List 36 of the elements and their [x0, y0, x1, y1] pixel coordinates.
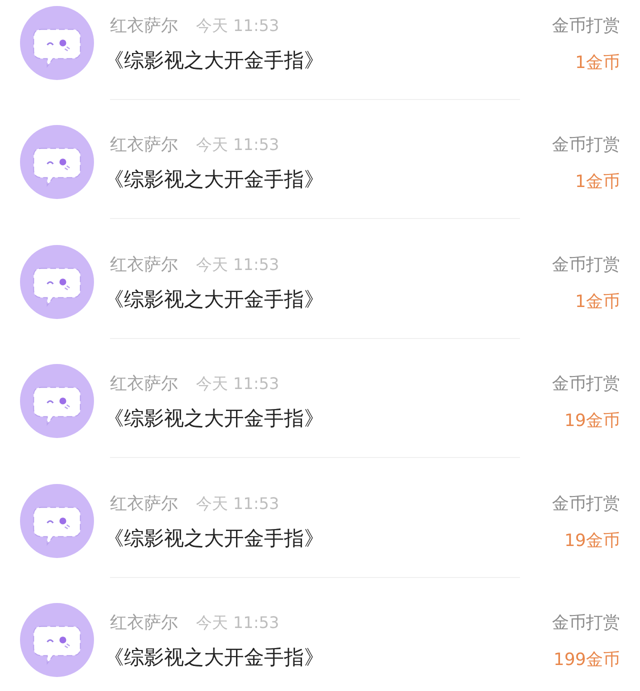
- user-name: 红衣萨尔: [110, 15, 178, 37]
- book-title: 《综影视之大开金手指》: [104, 405, 325, 432]
- timestamp: 今天 11:53: [196, 612, 280, 634]
- book-title: 《综影视之大开金手指》: [104, 286, 325, 313]
- timestamp: 今天 11:53: [196, 254, 280, 276]
- coin-amount: 19金币: [564, 530, 620, 552]
- user-name: 红衣萨尔: [110, 134, 178, 156]
- reward-type: 金币打赏: [552, 492, 620, 515]
- avatar-icon: [20, 244, 94, 319]
- reward-type: 金币打赏: [552, 373, 620, 396]
- timestamp: 今天 11:53: [196, 16, 280, 37]
- timestamp: 今天 11:53: [196, 374, 280, 396]
- avatar-icon: [20, 484, 94, 558]
- avatar-icon: [20, 6, 94, 80]
- book-title: 《综影视之大开金手指》: [104, 644, 325, 671]
- book-title: 《综影视之大开金手指》: [104, 524, 325, 552]
- reward-type: 金币打赏: [552, 134, 620, 156]
- book-title: 《综影视之大开金手指》: [104, 166, 325, 194]
- book-title: 《综影视之大开金手指》: [104, 47, 325, 74]
- reward-type: 金币打赏: [552, 612, 620, 634]
- coin-amount: 1金币: [575, 290, 620, 313]
- user-name: 红衣萨尔: [110, 492, 178, 515]
- avatar-icon: [20, 125, 94, 200]
- user-name: 红衣萨尔: [110, 254, 178, 276]
- user-name: 红衣萨尔: [110, 612, 178, 634]
- timestamp: 今天 11:53: [196, 494, 280, 515]
- coin-amount: 1金币: [575, 171, 620, 194]
- coin-amount: 1金币: [575, 52, 620, 74]
- reward-type: 金币打赏: [552, 15, 620, 37]
- timestamp: 今天 11:53: [196, 135, 280, 156]
- user-name: 红衣萨尔: [110, 373, 178, 396]
- avatar-icon: [20, 602, 94, 677]
- avatar-icon: [20, 364, 94, 438]
- coin-amount: 19金币: [564, 410, 620, 432]
- coin-amount: 199金币: [554, 648, 620, 671]
- reward-type: 金币打赏: [552, 254, 620, 276]
